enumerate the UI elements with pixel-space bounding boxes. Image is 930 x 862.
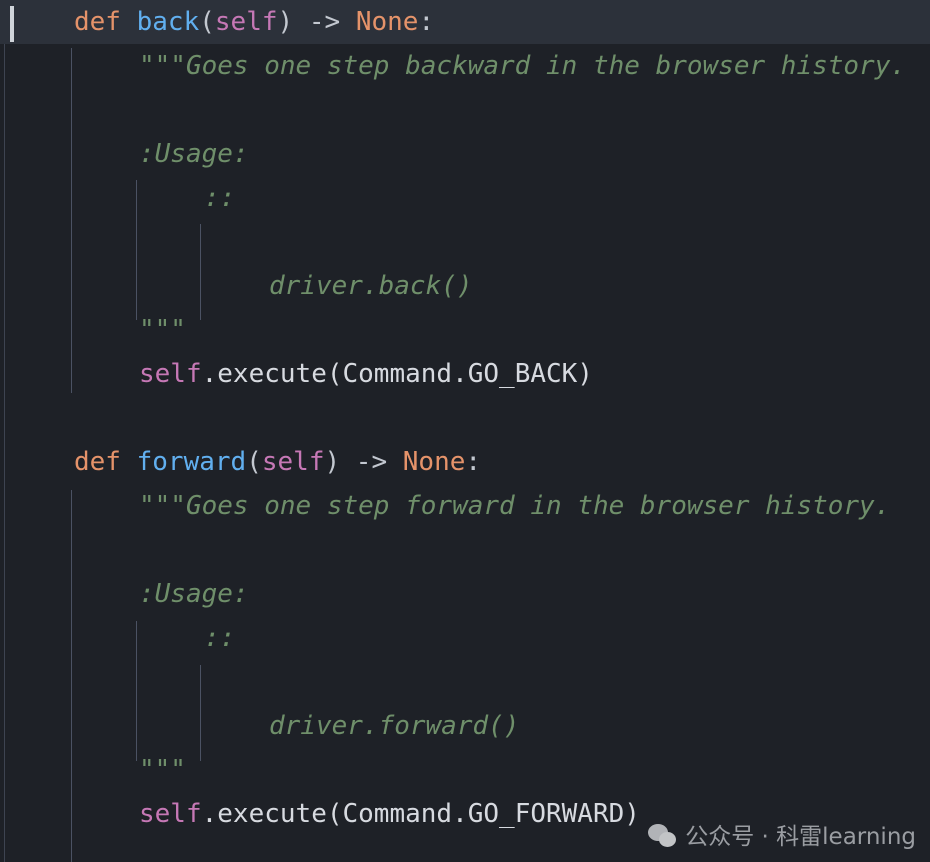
code-token: :	[465, 447, 482, 477]
code-token: ::	[204, 623, 236, 653]
code-line[interactable]: ::	[0, 616, 930, 660]
code-token: :	[418, 7, 435, 37]
code-token: ::	[204, 183, 236, 213]
text-caret	[10, 6, 14, 42]
code-line[interactable]: """Goes one step forward in the browser …	[0, 484, 930, 528]
code-token: :Usage:	[139, 139, 249, 169]
code-token: """	[139, 315, 186, 345]
code-token: """Goes one step forward in the browser …	[139, 491, 891, 521]
code-editor[interactable]: def back(self) -> None: """Goes one step …	[0, 0, 930, 862]
code-line[interactable]	[0, 220, 930, 264]
code-token: """Goes one step backward in the browser…	[139, 51, 907, 81]
code-line[interactable]: """Goes one step backward in the browser…	[0, 44, 930, 88]
code-token: forward	[136, 447, 247, 477]
code-token: """	[139, 755, 186, 785]
code-line[interactable]: def back(self) -> None:	[0, 0, 930, 44]
code-line[interactable]: self.execute(Command.GO_BACK)	[0, 352, 930, 396]
code-line[interactable]: """	[0, 308, 930, 352]
code-token: def	[74, 447, 137, 477]
code-line[interactable]: driver.forward()	[0, 704, 930, 748]
code-token: back	[136, 7, 200, 37]
code-line[interactable]: :Usage:	[0, 132, 930, 176]
code-token: driver.back()	[269, 271, 473, 301]
code-token: None	[355, 7, 419, 37]
code-line[interactable]	[0, 660, 930, 704]
code-line[interactable]: self.execute(Command.GO_FORWARD)	[0, 792, 930, 836]
code-token: :Usage:	[139, 579, 249, 609]
code-line[interactable]: ::	[0, 176, 930, 220]
code-token: (	[199, 7, 215, 37]
code-token: ) ->	[324, 447, 403, 477]
code-line[interactable]	[0, 528, 930, 572]
code-token: .execute(Command.GO_BACK)	[201, 359, 593, 389]
code-token: (	[246, 447, 262, 477]
code-line[interactable]	[0, 396, 930, 440]
code-token: def	[74, 7, 137, 37]
code-token: self	[261, 447, 325, 477]
code-token: self	[139, 359, 202, 389]
code-line[interactable]: def forward(self) -> None:	[0, 440, 930, 484]
code-token: self	[214, 7, 278, 37]
code-token: self	[139, 799, 202, 829]
code-token: .execute(Command.GO_FORWARD)	[201, 799, 640, 829]
code-line[interactable]: """	[0, 748, 930, 792]
code-token: driver.forward()	[269, 711, 520, 741]
code-token: None	[402, 447, 466, 477]
code-token: ) ->	[277, 7, 356, 37]
code-line[interactable]: :Usage:	[0, 572, 930, 616]
code-line[interactable]	[0, 88, 930, 132]
code-line[interactable]: driver.back()	[0, 264, 930, 308]
